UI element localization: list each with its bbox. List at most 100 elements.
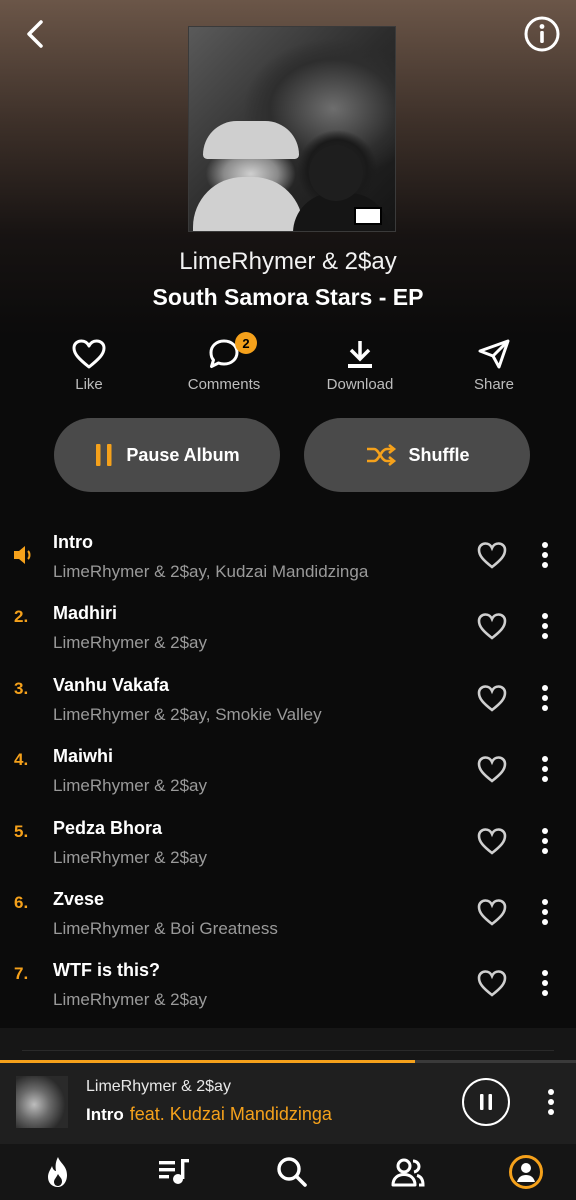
search-icon [277, 1157, 307, 1187]
profile-icon [509, 1155, 543, 1189]
download-button[interactable]: Download [300, 336, 420, 398]
mini-player-pause-button[interactable] [462, 1078, 510, 1126]
track-artists: LimeRhymer & 2$ay, Kudzai Mandidzinga [53, 562, 369, 581]
track-artists: LimeRhymer & 2$ay [53, 990, 208, 1009]
playback-progress-bar[interactable] [0, 1060, 576, 1063]
track-row[interactable]: 2. Madhiri LimeRhymer & 2$ay [0, 589, 576, 661]
mini-player[interactable]: LimeRhymer & 2$ay Intro feat. Kudzai Mand… [0, 1060, 576, 1144]
people-icon [391, 1158, 425, 1187]
pause-icon [96, 444, 112, 466]
divider [22, 1050, 554, 1051]
vertical-dots-icon [542, 899, 548, 925]
track-number: 7. [14, 964, 29, 983]
info-button[interactable] [522, 14, 562, 54]
fire-icon [48, 1157, 67, 1187]
share-button[interactable]: Share [434, 336, 554, 398]
parental-advisory-label [354, 207, 382, 225]
info-circle-icon [524, 16, 560, 52]
bottom-navigation [0, 1144, 576, 1200]
track-number: 2. [14, 607, 29, 626]
list-footer-separator [0, 1028, 576, 1060]
mini-player-feat: feat. Kudzai Mandidzinga [129, 1104, 332, 1124]
more-options-button[interactable] [534, 681, 556, 715]
track-artists: LimeRhymer & 2$ay, Smokie Valley [53, 705, 322, 724]
track-number: 4. [14, 750, 29, 769]
track-row[interactable]: 5. Pedza Bhora LimeRhymer & 2$ay [0, 804, 576, 876]
nav-trending[interactable] [28, 1152, 88, 1192]
track-title: Madhiri [53, 603, 118, 623]
mini-player-more-button[interactable] [540, 1084, 562, 1120]
track-title: Intro [53, 532, 93, 552]
like-label: Like [75, 376, 103, 393]
track-number: 5. [14, 822, 29, 841]
track-row[interactable]: 7. WTF is this? LimeRhymer & 2$ay [0, 946, 576, 1018]
share-label: Share [473, 376, 515, 393]
heart-outline-icon[interactable] [476, 754, 508, 784]
track-artists: LimeRhymer & 2$ay [53, 633, 208, 652]
more-options-button[interactable] [534, 895, 556, 929]
nav-social[interactable] [378, 1152, 438, 1192]
playlist-icon [159, 1159, 189, 1184]
vertical-dots-icon [542, 542, 548, 568]
track-artists: LimeRhymer & 2$ay [53, 848, 208, 867]
playback-progress-fill [0, 1060, 415, 1063]
track-title: Zvese [53, 889, 105, 909]
track-title: WTF is this? [53, 960, 160, 980]
nav-search[interactable] [262, 1152, 322, 1192]
more-options-button[interactable] [534, 966, 556, 1000]
back-button[interactable] [16, 14, 56, 54]
chevron-left-icon [27, 20, 43, 48]
track-artists: LimeRhymer & Boi Greatness [53, 919, 278, 938]
album-actions: Like 2 Comments Download Share [0, 332, 576, 398]
like-button[interactable]: Like [29, 336, 149, 398]
pause-album-label: Pause Album [126, 444, 240, 465]
mini-player-artist: LimeRhymer & 2$ay [86, 1078, 231, 1095]
send-icon [478, 339, 510, 369]
heart-outline-icon [72, 339, 106, 369]
album-title: South Samora Stars - EP [152, 284, 424, 310]
vertical-dots-icon [542, 970, 548, 996]
nav-library[interactable] [144, 1152, 204, 1192]
album-artist[interactable]: LimeRhymer & 2$ay [0, 248, 576, 276]
comments-button[interactable]: 2 Comments [164, 332, 284, 398]
heart-outline-icon[interactable] [476, 683, 508, 713]
more-options-button[interactable] [534, 538, 556, 572]
vertical-dots-icon [542, 756, 548, 782]
heart-outline-icon[interactable] [476, 897, 508, 927]
shuffle-label: Shuffle [408, 444, 470, 465]
mini-player-artwork [16, 1076, 68, 1128]
heart-outline-icon[interactable] [476, 826, 508, 856]
vertical-dots-icon [548, 1089, 554, 1115]
more-options-button[interactable] [534, 752, 556, 786]
mini-player-track: Intro feat. Kudzai Mandidzinga [86, 1104, 332, 1125]
track-title: Maiwhi [53, 746, 114, 766]
vertical-dots-icon [542, 828, 548, 854]
comments-label: Comments [187, 376, 261, 393]
comments-badge: 2 [235, 332, 257, 354]
album-cover [188, 26, 396, 232]
mini-player-track-title: Intro [86, 1105, 124, 1124]
more-options-button[interactable] [534, 824, 556, 858]
pause-album-button[interactable]: Pause Album [54, 418, 280, 492]
shuffle-icon [366, 443, 396, 467]
vertical-dots-icon [542, 685, 548, 711]
shuffle-button[interactable]: Shuffle [304, 418, 530, 492]
track-row[interactable]: 3. Vanhu Vakafa LimeRhymer & 2$ay, Smoki… [0, 661, 576, 733]
nav-profile[interactable] [496, 1152, 556, 1192]
track-number: 6. [14, 893, 29, 912]
heart-outline-icon[interactable] [476, 968, 508, 998]
track-row[interactable]: 4. Maiwhi LimeRhymer & 2$ay [0, 732, 576, 804]
track-title: Vanhu Vakafa [53, 675, 170, 695]
heart-outline-icon[interactable] [476, 540, 508, 570]
track-title: Pedza Bhora [53, 818, 163, 838]
track-row[interactable]: 6. Zvese LimeRhymer & Boi Greatness [0, 875, 576, 947]
track-row[interactable]: Intro LimeRhymer & 2$ay, Kudzai Mandidzi… [0, 518, 576, 590]
pause-icon [480, 1094, 492, 1110]
more-options-button[interactable] [534, 609, 556, 643]
heart-outline-icon[interactable] [476, 611, 508, 641]
track-artists: LimeRhymer & 2$ay [53, 776, 208, 795]
download-icon [348, 341, 372, 368]
speaker-playing-icon [14, 546, 31, 564]
download-label: Download [326, 376, 394, 393]
track-number: 3. [14, 679, 29, 698]
